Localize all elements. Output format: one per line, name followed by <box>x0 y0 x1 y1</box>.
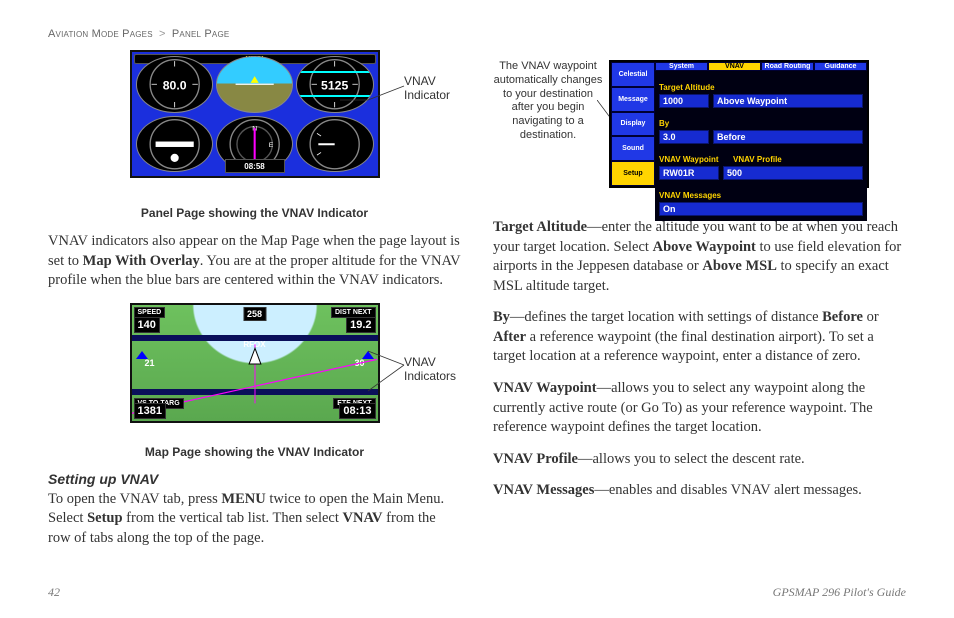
gauge-altimeter: 5125 <box>296 56 373 113</box>
f-by-v[interactable]: 3.0 <box>659 130 709 144</box>
top-tab-vnav[interactable]: VNAV <box>708 62 761 71</box>
def-by: By—defines the target location with sett… <box>493 308 906 367</box>
f-target-alt-v[interactable]: 1000 <box>659 94 709 108</box>
gauge-turn <box>136 116 213 173</box>
gauge-vsi <box>296 116 373 173</box>
def-vnav-messages: VNAV Messages—enables and disables VNAV … <box>493 481 906 501</box>
left-tab-display[interactable]: Display <box>611 112 655 137</box>
left-tabs: Celestial Message Display Sound Setup <box>611 62 655 186</box>
map-panel: SPEED 140 258 DIST NEXT 19.2 21 30 RFOX … <box>130 303 380 423</box>
left-tab-message[interactable]: Message <box>611 87 655 112</box>
figure-vnav-setup: The VNAV waypoint automatically changes … <box>493 60 906 218</box>
leader-label-vnav-indicators: VNAV Indicators <box>404 355 461 383</box>
page-footer: 42 GPSMAP 296 Pilot's Guide <box>48 585 906 600</box>
svg-text:E: E <box>269 141 274 148</box>
clock-readout: 08:58 <box>225 159 285 173</box>
page-number: 42 <box>48 585 60 600</box>
caption-fig1: Panel Page showing the VNAV Indicator <box>48 206 461 220</box>
figure-map-page: SPEED 140 258 DIST NEXT 19.2 21 30 RFOX … <box>48 303 461 439</box>
figure-panel-page: KMCI 80.0 5125 <box>48 50 461 200</box>
breadcrumb-b: Panel Page <box>172 28 230 40</box>
caption-fig2: Map Page showing the VNAV Indicator <box>48 445 461 459</box>
f-label-by: By <box>659 119 677 128</box>
f-wpt-v[interactable]: RW01R <box>659 166 719 180</box>
left-tab-celestial[interactable]: Celestial <box>611 62 655 87</box>
heading-setting-up-vnav: Setting up VNAV <box>48 471 461 487</box>
gauge-airspeed: 80.0 <box>136 56 213 113</box>
breadcrumb: Aviation Mode Pages > Panel Page <box>48 28 906 40</box>
leader-label-vnav-indicator: VNAV Indicator <box>404 74 461 102</box>
top-tabs: System VNAV Road Routing Guidance <box>655 62 867 71</box>
top-tab-system[interactable]: System <box>655 62 708 71</box>
top-tab-road-routing[interactable]: Road Routing <box>761 62 814 71</box>
f-msgs-v[interactable]: On <box>659 202 863 216</box>
svg-text:5125: 5125 <box>321 79 348 93</box>
left-tab-sound[interactable]: Sound <box>611 136 655 161</box>
breadcrumb-a: Aviation Mode Pages <box>48 28 153 40</box>
def-vnav-profile: VNAV Profile—allows you to select the de… <box>493 450 906 470</box>
setup-screen: Celestial Message Display Sound Setup Sy… <box>609 60 869 188</box>
def-vnav-waypoint: VNAV Waypoint—allows you to select any w… <box>493 379 906 438</box>
f-label-wpt: VNAV Waypoint <box>659 155 729 164</box>
gauge-panel: KMCI 80.0 5125 <box>130 50 380 178</box>
gauge-attitude <box>216 56 293 113</box>
para-map-overlay: VNAV indicators also appear on the Map P… <box>48 232 461 291</box>
breadcrumb-sep: > <box>159 28 166 40</box>
f-by-mode[interactable]: Before <box>713 130 863 144</box>
para-setup-vnav: To open the VNAV tab, press MENU twice t… <box>48 490 461 549</box>
svg-text:80.0: 80.0 <box>162 79 186 93</box>
top-tab-guidance[interactable]: Guidance <box>814 62 867 71</box>
setup-note: The VNAV waypoint automatically changes … <box>493 60 603 143</box>
f-profile-v[interactable]: 500 <box>723 166 863 180</box>
f-target-alt-mode[interactable]: Above Waypoint <box>713 94 863 108</box>
f-label-msgs: VNAV Messages <box>659 191 739 200</box>
f-label-profile: VNAV Profile <box>733 155 863 164</box>
def-target-altitude: Target Altitude—enter the altitude you w… <box>493 218 906 296</box>
left-tab-setup[interactable]: Setup <box>611 161 655 186</box>
doc-title: GPSMAP 296 Pilot's Guide <box>773 585 906 600</box>
f-label-target-alt: Target Altitude <box>659 83 729 92</box>
